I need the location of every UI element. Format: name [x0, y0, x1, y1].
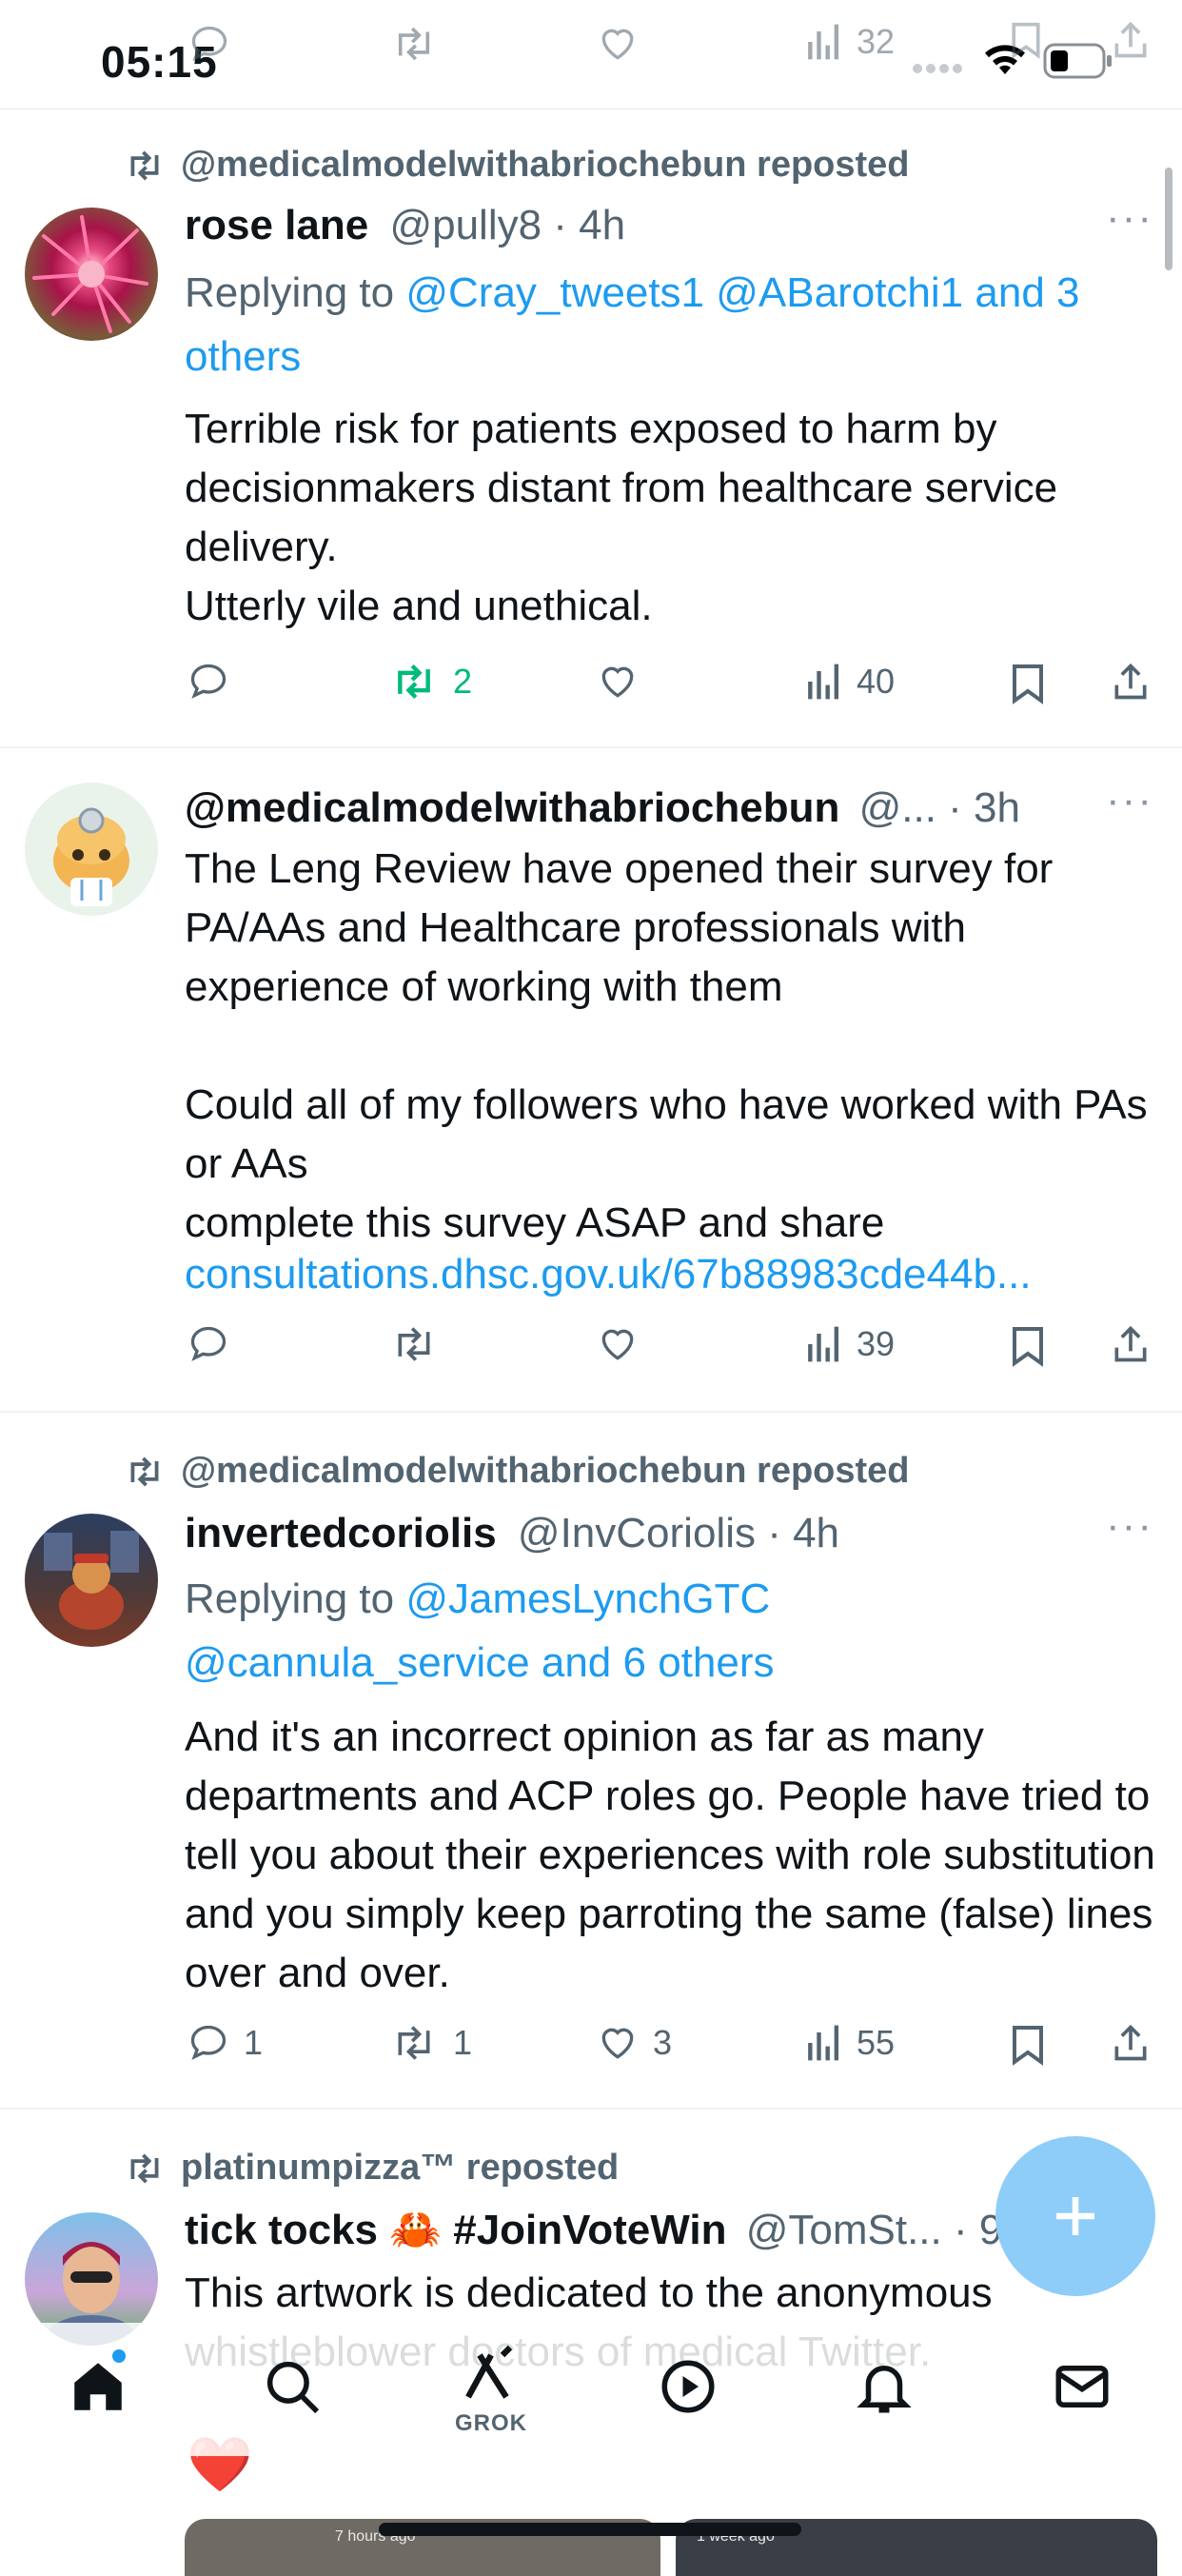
reply-icon: [187, 1323, 230, 1365]
author-meta[interactable]: @InvCoriolis · 4h: [518, 1510, 839, 1556]
views-count: 39: [857, 1324, 896, 1363]
heart-icon: [596, 661, 640, 703]
more-icon[interactable]: ···: [1106, 194, 1153, 242]
repost-context: @medicalmodelwithabriochebun reposted: [124, 145, 910, 186]
reposted-by: platinumpizza™ reposted: [181, 2148, 620, 2188]
more-icon[interactable]: ···: [1106, 777, 1153, 824]
repost-action[interactable]: 1: [388, 2022, 472, 2064]
like-action[interactable]: 3: [596, 2022, 672, 2064]
views-icon: [805, 661, 843, 703]
reply-icon: [187, 661, 230, 703]
grok-icon[interactable]: [457, 2344, 525, 2405]
tweet-link[interactable]: consultations.dhsc.gov.uk/67b88983cde44b…: [185, 1245, 1155, 1304]
battery-icon: [1043, 42, 1113, 80]
repost-action[interactable]: 2: [388, 661, 472, 703]
reply-count: 1: [244, 2023, 264, 2062]
author-name[interactable]: tick tocks 🦀 #JoinVoteWin: [185, 2207, 726, 2253]
reply-prefix: Replying to: [185, 269, 406, 316]
avatar[interactable]: [25, 1514, 158, 1647]
search-icon[interactable]: [261, 2355, 324, 2418]
author-name[interactable]: invertedcoriolis: [185, 1510, 497, 1556]
reply-prefix: Replying to: [185, 1575, 406, 1622]
repost-icon: [388, 2022, 440, 2064]
more-icon[interactable]: ···: [1106, 1502, 1153, 1550]
views-count: 55: [857, 2023, 896, 2062]
views-count: 32: [857, 22, 896, 61]
bookmark-icon[interactable]: [1011, 663, 1045, 704]
repost-icon: [124, 148, 166, 184]
repost-icon[interactable]: [390, 23, 438, 65]
heart-icon: [596, 1323, 640, 1365]
tweet[interactable]: @medicalmodelwithabriochebun reposted in…: [0, 1413, 1182, 2108]
compose-button[interactable]: [995, 2136, 1155, 2296]
views-action[interactable]: 40: [805, 661, 895, 703]
author-meta[interactable]: @... · 3h: [859, 784, 1020, 831]
bookmark-icon[interactable]: [1011, 2024, 1045, 2066]
like-action[interactable]: [596, 661, 653, 703]
reply-action[interactable]: [187, 1323, 244, 1365]
repost-context: platinumpizza™ reposted: [124, 2148, 619, 2189]
bookmark-icon[interactable]: [1011, 1325, 1045, 1367]
tweet-header: invertedcoriolis @InvCoriolis · 4h: [185, 1510, 839, 1557]
author-name[interactable]: @medicalmodelwithabriochebun: [185, 784, 839, 831]
bookmark-icon[interactable]: [1009, 21, 1043, 59]
tweet-text: The Leng Review have opened their survey…: [185, 845, 1148, 1246]
tweet-header: rose lane @pully8 · 4h: [185, 202, 625, 249]
views-action[interactable]: 39: [805, 1323, 895, 1365]
notification-dot: [112, 2349, 126, 2363]
author-name[interactable]: rose lane: [185, 202, 368, 248]
views-count: 40: [857, 662, 896, 701]
share-icon[interactable]: [1110, 661, 1152, 703]
reply-context: Replying to @JamesLynchGTC @cannula_serv…: [185, 1567, 908, 1694]
tweet[interactable]: @medicalmodelwithabriochebun @... · 3h ·…: [0, 748, 1182, 1411]
tweet[interactable]: @medicalmodelwithabriochebun reposted ro…: [0, 109, 1182, 746]
reposted-by: @medicalmodelwithabriochebun reposted: [181, 1451, 910, 1491]
views-icon: [805, 1323, 843, 1365]
plus-icon: [1056, 2197, 1094, 2235]
home-icon[interactable]: [67, 2355, 129, 2418]
tweet-header: @medicalmodelwithabriochebun @... · 3h: [185, 784, 1020, 832]
bell-icon[interactable]: [853, 2355, 916, 2418]
views-action[interactable]: 32: [805, 21, 895, 63]
like-icon[interactable]: [596, 23, 640, 65]
reposted-by: @medicalmodelwithabriochebun reposted: [181, 145, 910, 185]
avatar[interactable]: [25, 783, 158, 916]
views-icon: [805, 2022, 843, 2064]
video-icon[interactable]: [657, 2355, 719, 2418]
heart-icon: [596, 2022, 640, 2064]
repost-context: @medicalmodelwithabriochebun reposted: [124, 1451, 910, 1492]
repost-icon: [388, 661, 440, 703]
repost-count: 1: [453, 2023, 473, 2062]
reply-context: Replying to @Cray_tweets1 @ABarotchi1 an…: [185, 261, 1136, 388]
status-bar: 05:15 32: [0, 0, 1182, 109]
repost-action[interactable]: [388, 1323, 453, 1365]
repost-count: 2: [453, 662, 473, 701]
like-action[interactable]: [596, 1323, 653, 1365]
share-icon[interactable]: [1110, 1323, 1152, 1365]
signal-icon: [912, 55, 965, 76]
bottom-tab-bar: GROK: [0, 2323, 1182, 2456]
tweet-text: Terrible risk for patients exposed to ha…: [185, 406, 1058, 629]
author-meta[interactable]: @pully8 · 4h: [389, 202, 625, 248]
repost-icon: [124, 1454, 166, 1490]
mail-icon[interactable]: [1051, 2355, 1113, 2418]
reply-icon[interactable]: [188, 23, 230, 65]
share-icon[interactable]: [1110, 19, 1152, 61]
author-meta[interactable]: @TomSt... · 9h: [746, 2207, 1026, 2253]
like-count: 3: [653, 2023, 673, 2062]
views-icon: [805, 21, 843, 63]
repost-icon: [388, 1323, 440, 1365]
share-icon[interactable]: [1110, 2022, 1152, 2064]
repost-icon: [124, 2150, 166, 2187]
grok-label: GROK: [455, 2410, 527, 2436]
reply-action[interactable]: [187, 661, 244, 703]
tweet-text: And it's an incorrect opinion as far as …: [185, 1714, 1168, 1996]
reply-icon: [187, 2022, 230, 2064]
reply-action[interactable]: 1: [187, 2022, 263, 2064]
avatar[interactable]: [25, 208, 158, 341]
tweet-header: tick tocks 🦀 #JoinVoteWin @TomSt... · 9h: [185, 2205, 1026, 2254]
views-action[interactable]: 55: [805, 2022, 895, 2064]
home-indicator[interactable]: [379, 2523, 801, 2536]
